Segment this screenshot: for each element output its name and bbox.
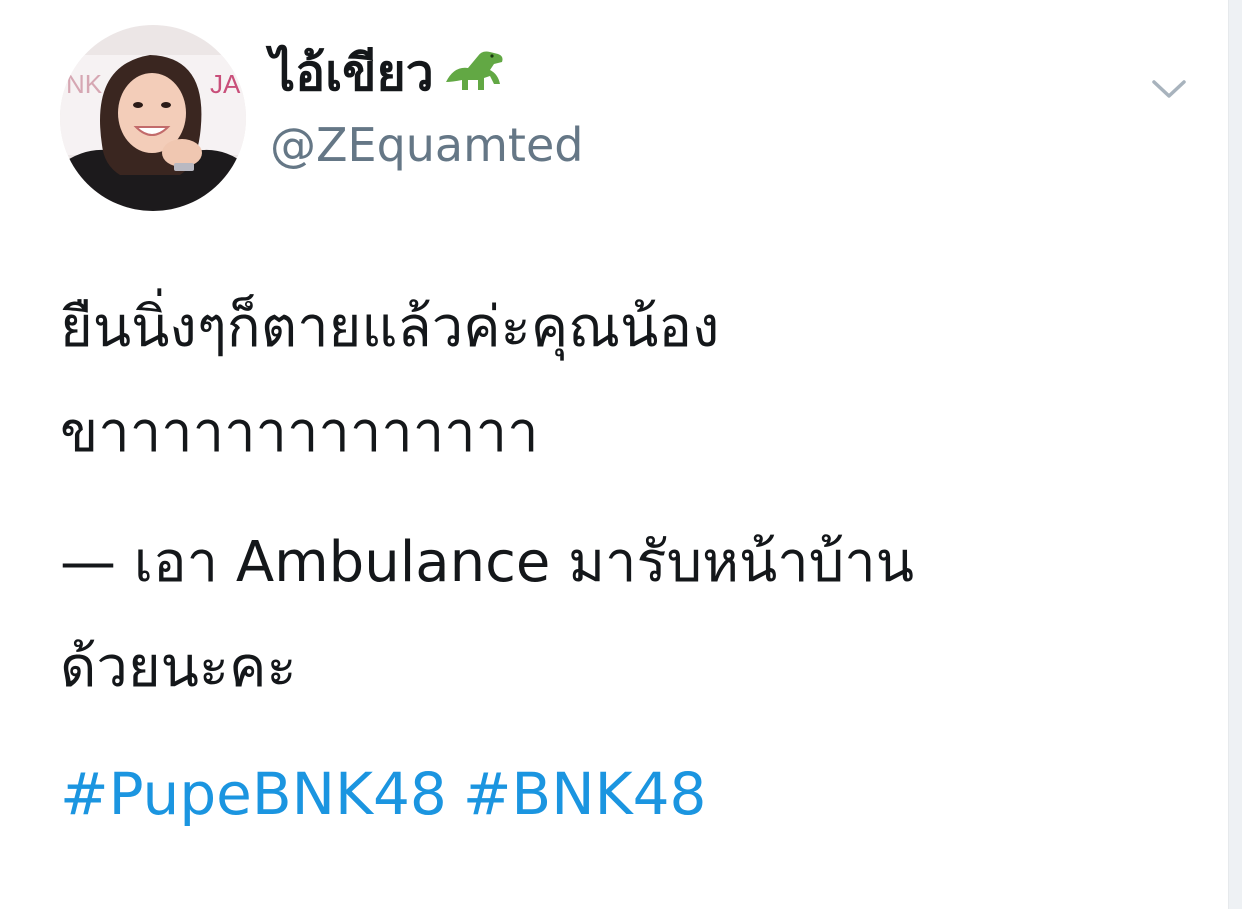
avatar-image: NK JA <box>60 25 246 211</box>
tweet-text-line: ด้วยนะคะ <box>60 635 297 700</box>
hashtag-link[interactable]: #BNK48 <box>463 760 707 828</box>
tweet-text-line: — เอา Ambulance มารับหน้าบ้าน <box>60 530 915 595</box>
svg-text:JA: JA <box>210 69 241 99</box>
svg-text:NK: NK <box>66 69 103 99</box>
author-display-name[interactable]: ไอ้เขียว <box>270 46 510 104</box>
t-rex-emoji-icon <box>438 46 510 104</box>
display-name-text: ไอ้เขียว <box>270 44 434 102</box>
chevron-down-icon[interactable] <box>1150 74 1188 104</box>
tweet-text-line: ขาาาาาาาาาาาาาา <box>60 400 539 465</box>
right-edge-border <box>1228 0 1242 909</box>
hashtag-link[interactable]: #PupeBNK48 <box>60 760 447 828</box>
author-handle[interactable]: @ZEquamted <box>270 120 583 171</box>
tweet-text-line: ยืนนิ่งๆก็ตายแล้วค่ะคุณน้อง <box>60 295 720 360</box>
avatar[interactable]: NK JA <box>60 25 246 211</box>
hashtag-list: #PupeBNK48 #BNK48 <box>60 765 706 823</box>
